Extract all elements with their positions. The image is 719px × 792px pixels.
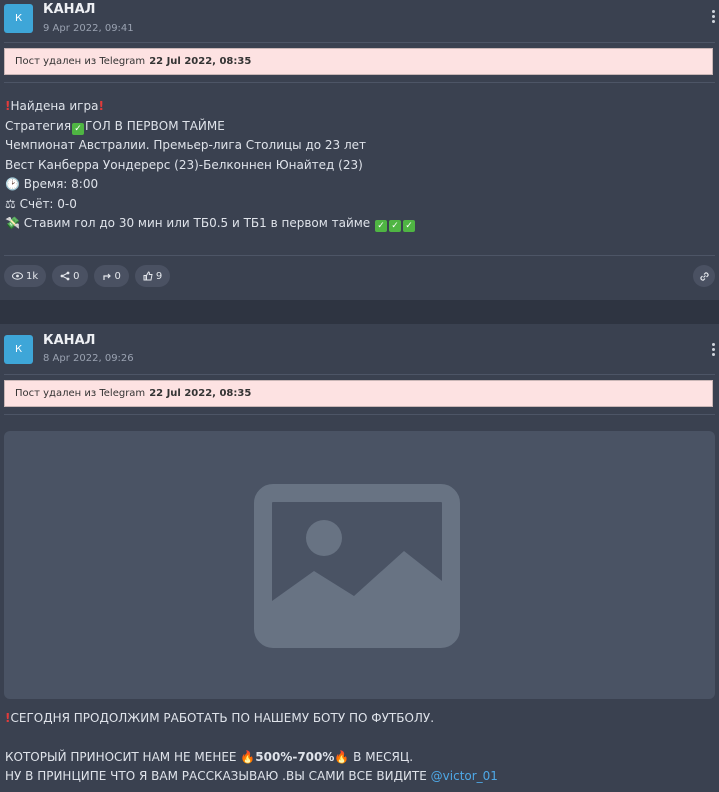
post-card: К КАНАЛ 9 Apr 2022, 09:41 Пост удален из…: [0, 0, 719, 300]
share-icon: [60, 271, 70, 281]
fire-icon: 🔥: [240, 749, 256, 764]
message-line: СЕГОДНЯ ПРОДОЛЖИМ РАБОТАТЬ ПО НАШЕМУ БОТ…: [10, 711, 435, 725]
divider: [4, 42, 715, 43]
message-text: !Найдена игра! Стратегия ✓ ГОЛ В ПЕРВОМ ТА…: [5, 97, 416, 234]
like-button[interactable]: 9: [134, 265, 171, 287]
deleted-notice: Пост удален из Telegram 22 Jul 2022, 08:…: [4, 48, 713, 75]
message-line: Стратегия: [5, 118, 72, 133]
message-line: Ставим гол до 30 мин или ТБ0.5 и ТБ1 в п…: [23, 216, 371, 230]
exclamation-icon: !: [98, 99, 104, 113]
message-line: КОТОРЫЙ ПРИНОСИТ НАМ НЕ МЕНЕЕ: [5, 749, 241, 764]
fire-icon: 🔥: [334, 749, 350, 764]
message-line: НУ В ПРИНЦИПЕ ЧТО Я ВАМ РАССКАЗЫВАЮ .ВЫ …: [5, 769, 431, 783]
deleted-notice-date: 22 Jul 2022, 08:35: [149, 56, 252, 67]
forwards-count: 0: [114, 270, 121, 282]
check-icon: ✓: [72, 122, 85, 135]
link-icon: [699, 271, 709, 281]
deleted-notice: Пост удален из Telegram 22 Jul 2022, 08:…: [4, 380, 713, 407]
views-button[interactable]: 1k: [4, 265, 47, 287]
forward-icon: [102, 273, 111, 280]
post-date: 9 Apr 2022, 09:41: [43, 23, 134, 34]
image-icon: [254, 484, 460, 648]
mention-link[interactable]: @victor_01: [431, 769, 498, 783]
post-stats: 1k 0 0 9: [4, 265, 171, 287]
avatar[interactable]: К: [4, 335, 33, 364]
divider: [4, 255, 715, 256]
message-line: Вест Канберра Уондерерс (23)-Белконнен Ю…: [5, 157, 363, 172]
share-button[interactable]: 0: [52, 265, 88, 287]
eye-icon: [12, 272, 23, 280]
forward-button[interactable]: 0: [93, 265, 129, 287]
divider: [4, 414, 715, 415]
check-icon: ✓: [403, 220, 416, 232]
message-line: Время: 8:00: [23, 177, 99, 191]
likes-count: 9: [155, 270, 163, 282]
copy-link-button[interactable]: [693, 265, 715, 287]
deleted-notice-text: Пост удален из Telegram: [15, 388, 146, 399]
scales-icon: ⚖: [5, 196, 16, 211]
message-line: Счёт: 0-0: [19, 196, 77, 211]
feed: К КАНАЛ 9 Apr 2022, 09:41 Пост удален из…: [0, 0, 719, 792]
message-line: В МЕСЯЦ.: [349, 749, 414, 764]
deleted-notice-text: Пост удален из Telegram: [15, 56, 146, 67]
check-icon: ✓: [389, 220, 402, 232]
deleted-notice-date: 22 Jul 2022, 08:35: [149, 388, 252, 399]
more-menu-icon[interactable]: [710, 343, 716, 356]
clock-icon: 🕑: [5, 177, 20, 191]
check-icon: ✓: [375, 220, 388, 232]
views-count: 1k: [26, 270, 39, 282]
shares-count: 0: [73, 270, 80, 282]
divider: [4, 82, 715, 83]
message-line-bold: 500%-700%: [255, 749, 335, 764]
message-line: ГОЛ В ПЕРВОМ ТАЙМЕ: [85, 118, 225, 133]
posts-separator: [0, 300, 719, 324]
message-line: Чемпионат Австралии. Премьер-лига Столиц…: [5, 138, 367, 152]
more-menu-icon[interactable]: [710, 10, 716, 23]
channel-name[interactable]: КАНАЛ: [43, 333, 95, 348]
money-icon: 💸: [5, 216, 20, 230]
thumbs-up-icon: [143, 271, 153, 281]
avatar[interactable]: К: [4, 4, 33, 33]
divider: [4, 374, 715, 375]
post-date: 8 Apr 2022, 09:26: [43, 353, 134, 364]
channel-name[interactable]: КАНАЛ: [43, 2, 95, 17]
image-placeholder[interactable]: [4, 431, 715, 699]
message-text: !СЕГОДНЯ ПРОДОЛЖИМ РАБОТАТЬ ПО НАШЕМУ БО…: [5, 709, 498, 787]
message-line: Найдена игра: [10, 99, 99, 113]
